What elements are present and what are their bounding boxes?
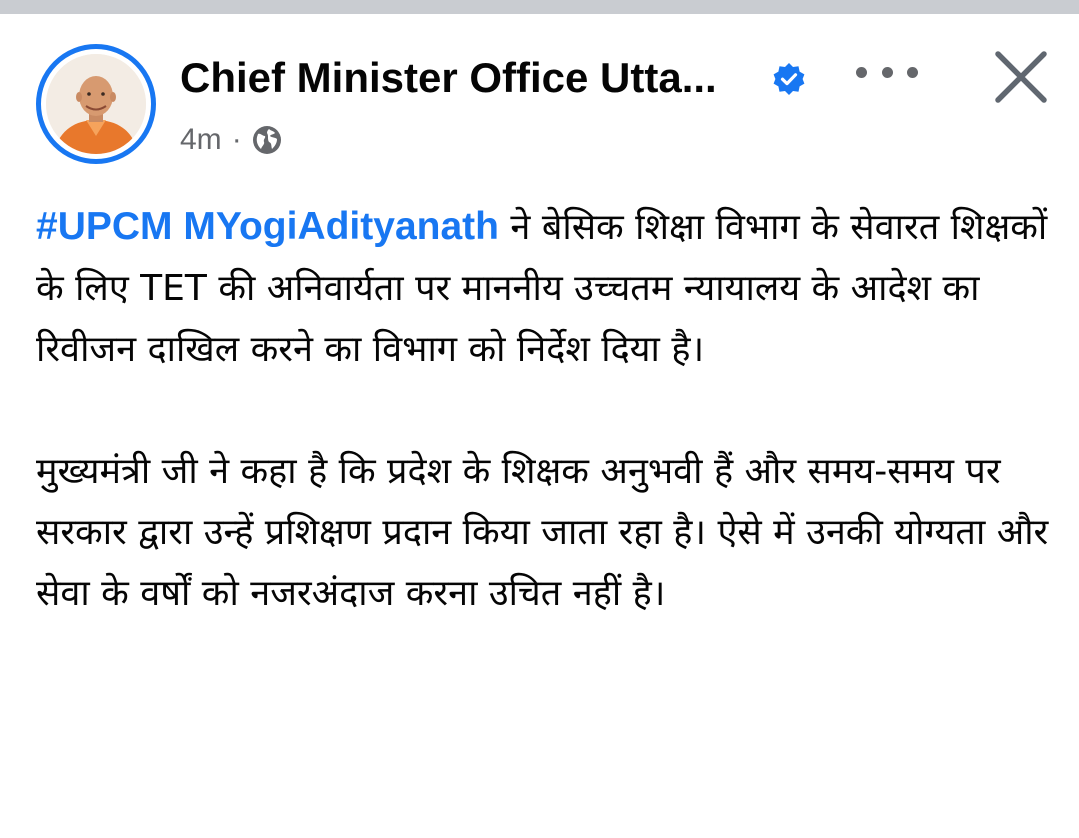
post-meta: 4m · [180, 118, 282, 162]
verified-badge-icon [773, 63, 805, 95]
meta-separator: · [231, 123, 242, 156]
post-paragraph-1: #UPCM MYogiAdityanath ने बेसिक शिक्षा वि… [36, 196, 1066, 380]
avatar-image [46, 54, 146, 154]
more-options-icon [856, 66, 867, 78]
hashtag-link[interactable]: #UPCM MYogiAdityanath [36, 205, 499, 248]
profile-avatar[interactable] [36, 44, 156, 164]
more-options-button[interactable] [852, 50, 922, 94]
globe-icon [252, 126, 281, 154]
author-name[interactable]: Chief Minister Office Utta... [180, 52, 717, 104]
top-divider [0, 0, 1079, 14]
post-body: #UPCM MYogiAdityanath ने बेसिक शिक्षा वि… [36, 196, 1066, 624]
close-icon[interactable] [992, 48, 1050, 106]
post-timestamp[interactable]: 4m [180, 123, 222, 157]
post-paragraph-2: मुख्यमंत्री जी ने कहा है कि प्रदेश के शि… [36, 451, 1049, 614]
